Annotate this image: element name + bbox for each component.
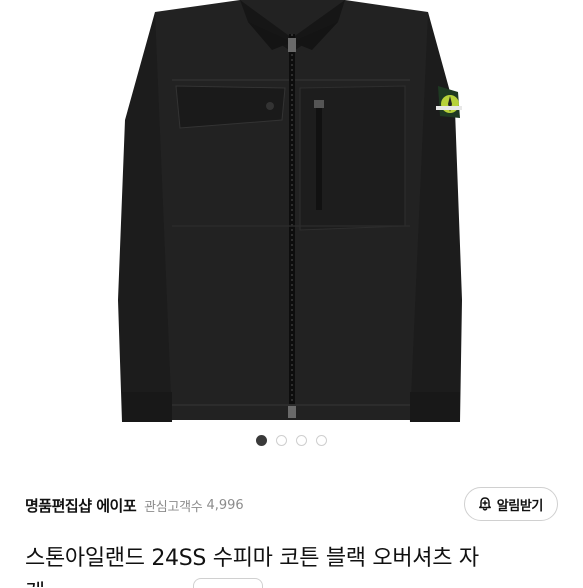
partial-button-below[interactable]: [193, 578, 263, 588]
product-image[interactable]: [0, 0, 583, 425]
product-title: 스톤아일랜드 24SS 수피마 코튼 블랙 오버셔츠 자: [25, 546, 479, 571]
pagination-dot-2[interactable]: [276, 435, 287, 446]
compass-badge-icon: [436, 86, 462, 118]
pagination-dot-1[interactable]: [256, 435, 267, 446]
shop-name[interactable]: 명품편집샵 에이포: [25, 495, 137, 516]
followers-count: 4,996: [206, 497, 244, 513]
shop-info-row: 명품편집샵 에이포 관심고객수 4,996 알림받기: [25, 487, 558, 523]
bell-plus-icon: [478, 497, 491, 511]
image-pagination: [0, 435, 583, 446]
alert-subscribe-button[interactable]: 알림받기: [463, 487, 558, 521]
pagination-dot-4[interactable]: [316, 435, 327, 446]
jacket-photo: [118, 0, 462, 422]
followers-label: 관심고객수: [144, 499, 203, 515]
product-title-line2: 켓: [25, 575, 85, 587]
alert-button-label: 알림받기: [496, 497, 544, 513]
pagination-dot-3[interactable]: [296, 435, 307, 446]
